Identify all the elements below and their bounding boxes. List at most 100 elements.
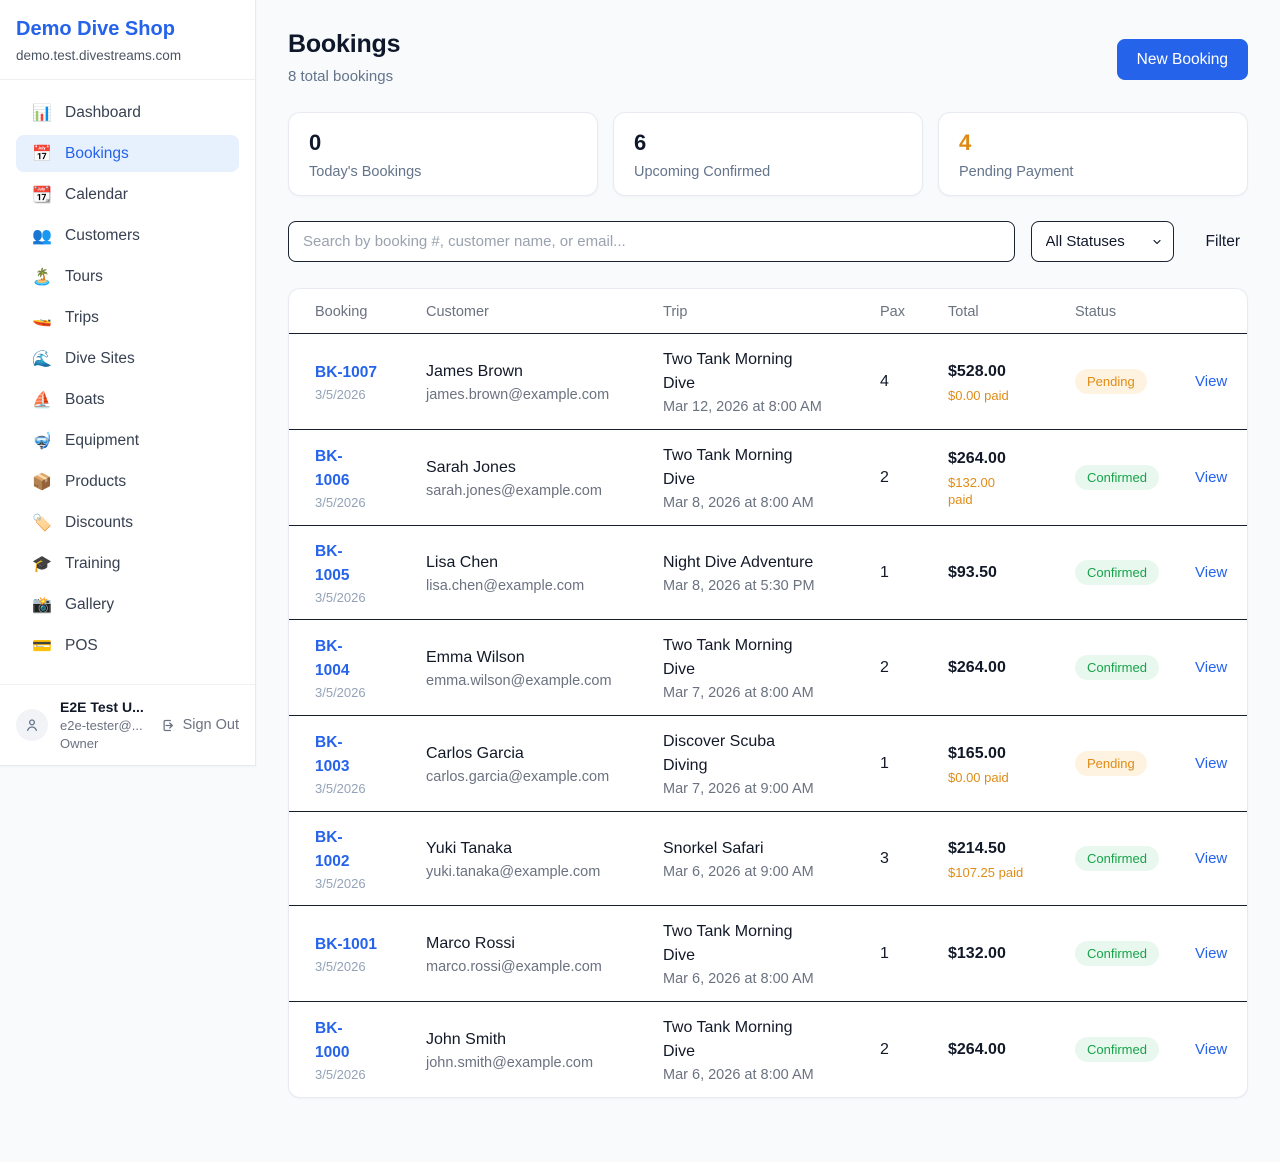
sidebar-item-trips[interactable]: 🚤 Trips [16, 299, 239, 336]
sidebar-item-calendar[interactable]: 📆 Calendar [16, 176, 239, 213]
view-link[interactable]: View [1195, 850, 1227, 867]
sidebar-item-label: Tours [65, 268, 103, 286]
customer-email: james.brown@example.com [426, 387, 651, 403]
table-row: BK- 1000 3/5/2026 John Smith john.smith@… [289, 1002, 1247, 1098]
bookings-table: Booking Customer Trip Pax Total Status B… [289, 289, 1247, 1097]
view-link[interactable]: View [1195, 755, 1227, 772]
sidebar-item-training[interactable]: 🎓 Training [16, 545, 239, 582]
sidebar-item-label: Dashboard [65, 104, 141, 122]
view-link[interactable]: View [1195, 1041, 1227, 1058]
sidebar-item-label: Dive Sites [65, 350, 135, 368]
brand-name[interactable]: Demo Dive Shop [16, 18, 239, 41]
status-badge: Pending [1075, 369, 1147, 394]
customer-name: John Smith [426, 1028, 651, 1052]
page-title: Bookings [288, 30, 400, 59]
sidebar-item-label: Bookings [65, 145, 129, 163]
sidebar-item-label: Calendar [65, 186, 128, 204]
trips-icon: 🚤 [32, 308, 52, 327]
customer-email: john.smith@example.com [426, 1055, 651, 1071]
view-link[interactable]: View [1195, 564, 1227, 581]
customer-email: emma.wilson@example.com [426, 673, 651, 689]
total-amount: $132.00 [948, 942, 1063, 966]
sidebar-item-tours[interactable]: 🏝️ Tours [16, 258, 239, 295]
sidebar-item-discounts[interactable]: 🏷️ Discounts [16, 504, 239, 541]
pos-icon: 💳 [32, 636, 52, 655]
trip-datetime: Mar 6, 2026 at 8:00 AM [663, 1067, 868, 1083]
pax-count: 2 [880, 620, 948, 716]
table-row: BK- 1004 3/5/2026 Emma Wilson emma.wilso… [289, 620, 1247, 716]
main-content: Bookings 8 total bookings New Booking 0 … [256, 0, 1280, 1098]
user-info: E2E Test U... e2e-tester@... Owner [60, 699, 149, 751]
stat-value: 0 [309, 130, 577, 156]
products-icon: 📦 [32, 472, 52, 491]
booking-id-link[interactable]: BK-1001 [315, 933, 377, 957]
col-header-booking: Booking [289, 289, 426, 334]
customer-email: yuki.tanaka@example.com [426, 864, 651, 880]
sidebar-item-label: Discounts [65, 514, 133, 532]
trip-datetime: Mar 6, 2026 at 8:00 AM [663, 971, 868, 987]
view-link[interactable]: View [1195, 659, 1227, 676]
col-header-pax: Pax [880, 289, 948, 334]
sidebar-item-label: POS [65, 637, 98, 655]
booking-id-link[interactable]: BK- 1003 [315, 731, 349, 779]
filter-button[interactable]: Filter [1198, 225, 1248, 259]
sidebar-item-equipment[interactable]: 🤿 Equipment [16, 422, 239, 459]
sign-out-button[interactable]: Sign Out [161, 717, 239, 733]
booking-id-link[interactable]: BK- 1002 [315, 826, 349, 874]
view-link[interactable]: View [1195, 469, 1227, 486]
booking-id-link[interactable]: BK- 1006 [315, 445, 349, 493]
dashboard-icon: 📊 [32, 103, 52, 122]
sign-out-icon [161, 718, 176, 733]
booking-id-link[interactable]: BK- 1000 [315, 1017, 349, 1065]
customer-email: sarah.jones@example.com [426, 483, 651, 499]
customer-name: Carlos Garcia [426, 742, 651, 766]
page-subtitle: 8 total bookings [288, 68, 400, 85]
trip-name: Two Tank Morning Dive [663, 634, 868, 682]
paid-amount: $0.00 paid [948, 387, 1063, 404]
sidebar-item-pos[interactable]: 💳 POS [16, 627, 239, 664]
table-row: BK- 1006 3/5/2026 Sarah Jones sarah.jone… [289, 430, 1247, 526]
booking-id-link[interactable]: BK- 1005 [315, 540, 349, 588]
trip-datetime: Mar 7, 2026 at 9:00 AM [663, 781, 868, 797]
status-badge: Confirmed [1075, 560, 1159, 585]
col-header-total: Total [948, 289, 1075, 334]
stats-row: 0 Today's Bookings 6 Upcoming Confirmed … [288, 112, 1248, 196]
sidebar-item-products[interactable]: 📦 Products [16, 463, 239, 500]
sidebar-item-gallery[interactable]: 📸 Gallery [16, 586, 239, 623]
customer-name: Lisa Chen [426, 551, 651, 575]
view-link[interactable]: View [1195, 373, 1227, 390]
booking-date: 3/5/2026 [315, 685, 414, 700]
sidebar-item-bookings[interactable]: 📅 Bookings [16, 135, 239, 172]
view-link[interactable]: View [1195, 945, 1227, 962]
avatar [16, 709, 48, 741]
sidebar-item-dive-sites[interactable]: 🌊 Dive Sites [16, 340, 239, 377]
sidebar-item-customers[interactable]: 👥 Customers [16, 217, 239, 254]
page-header: Bookings 8 total bookings New Booking [288, 30, 1248, 85]
table-row: BK- 1005 3/5/2026 Lisa Chen lisa.chen@ex… [289, 526, 1247, 620]
sidebar-item-boats[interactable]: ⛵ Boats [16, 381, 239, 418]
search-input[interactable] [288, 221, 1015, 262]
user-name: E2E Test U... [60, 699, 149, 715]
boats-icon: ⛵ [32, 390, 52, 409]
trip-datetime: Mar 6, 2026 at 9:00 AM [663, 864, 868, 880]
status-badge: Confirmed [1075, 465, 1159, 490]
brand-domain: demo.test.divestreams.com [16, 48, 239, 63]
sidebar-item-dashboard[interactable]: 📊 Dashboard [16, 94, 239, 131]
col-header-customer: Customer [426, 289, 663, 334]
user-role: Owner [60, 736, 149, 751]
trip-name: Two Tank Morning Dive [663, 444, 868, 492]
trip-name: Two Tank Morning Dive [663, 1016, 868, 1064]
user-icon [24, 717, 40, 733]
booking-date: 3/5/2026 [315, 876, 414, 891]
paid-amount: $107.25 paid [948, 864, 1063, 881]
total-amount: $214.50 [948, 837, 1063, 861]
pax-count: 2 [880, 430, 948, 526]
booking-id-link[interactable]: BK- 1004 [315, 635, 349, 683]
gallery-icon: 📸 [32, 595, 52, 614]
total-amount: $264.00 [948, 1038, 1063, 1062]
new-booking-button[interactable]: New Booking [1117, 39, 1248, 80]
booking-id-link[interactable]: BK-1007 [315, 361, 377, 385]
sidebar-nav: 📊 Dashboard 📅 Bookings 📆 Calendar 👥 Cust… [0, 80, 255, 684]
col-header-actions [1195, 289, 1247, 334]
status-select[interactable]: All Statuses [1031, 221, 1174, 262]
